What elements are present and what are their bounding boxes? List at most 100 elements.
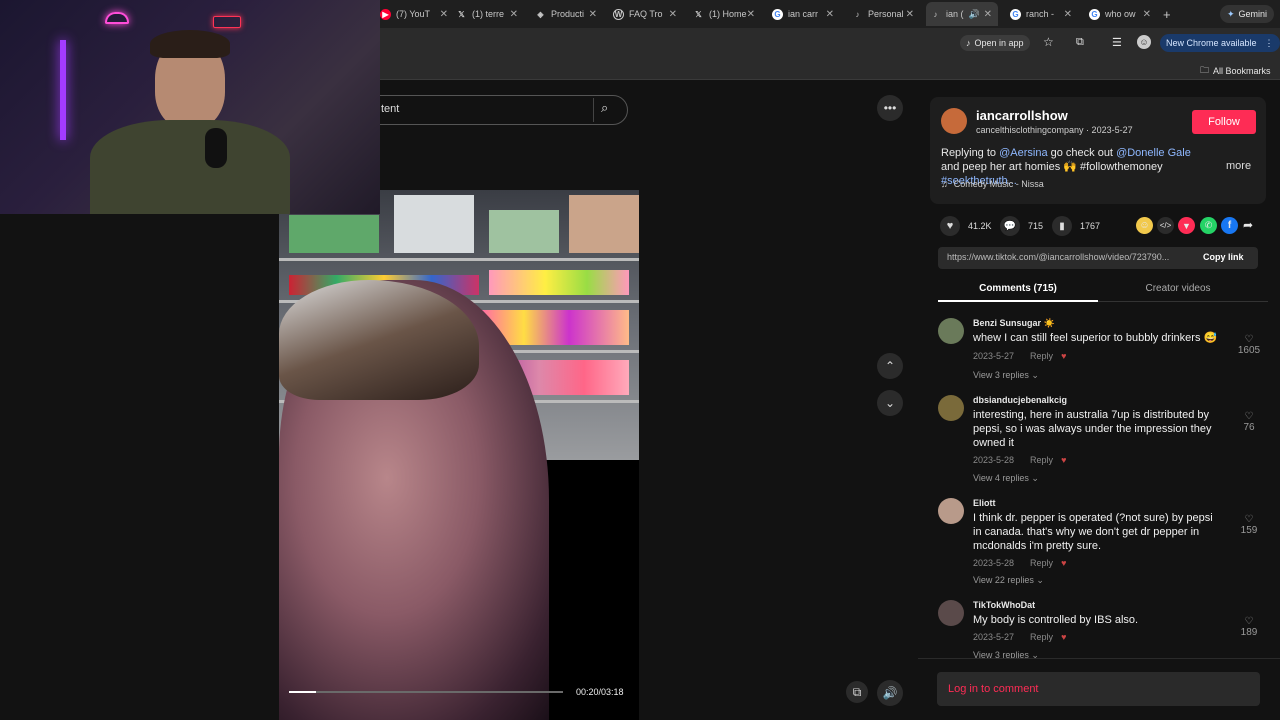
reply-button[interactable]: Reply <box>1030 455 1053 465</box>
reply-button[interactable]: Reply <box>1030 351 1053 361</box>
comment-author[interactable]: Eliott <box>973 498 996 508</box>
avatar[interactable] <box>938 498 964 524</box>
browser-tab[interactable]: ♪ Personal ✕ <box>852 4 915 24</box>
bookmark-star-icon[interactable]: ☆ <box>1043 35 1054 49</box>
x-icon: 𝕏 <box>695 9 702 19</box>
neon-sign <box>105 12 129 24</box>
product-block <box>289 215 379 253</box>
follow-button[interactable]: Follow <box>1192 110 1256 134</box>
product-icon: ◈ <box>537 9 544 19</box>
comment-like[interactable]: ♡ 189 <box>1236 616 1262 638</box>
creator-avatar[interactable] <box>941 108 967 134</box>
close-tab-icon[interactable]: ✕ <box>669 9 677 20</box>
close-tab-icon[interactable]: ✕ <box>747 9 755 20</box>
comment-item: Benzi Sunsugar ☀️ whew I can still feel … <box>938 318 1268 388</box>
chevron-down-icon[interactable]: ⌄ <box>877 390 903 416</box>
login-to-comment-button[interactable]: Log in to comment <box>937 672 1260 706</box>
embed-icon[interactable]: </> <box>1157 217 1174 234</box>
search-bar[interactable]: tent ⌕ <box>360 95 628 125</box>
comment-like[interactable]: ♡ 159 <box>1236 514 1262 536</box>
product-block <box>394 195 474 253</box>
open-in-app-button[interactable]: ♪ Open in app <box>960 35 1030 51</box>
youtube-icon: ▶ <box>380 8 391 20</box>
comment-author[interactable]: dbsianducjebenalkcig <box>973 395 1067 405</box>
close-tab-icon[interactable]: ✕ <box>984 9 992 20</box>
copy-link-button[interactable]: Copy link <box>1203 252 1244 262</box>
reading-list-icon[interactable]: ☰ <box>1112 36 1122 49</box>
browser-tab[interactable]: W FAQ Tro ✕ <box>613 4 677 24</box>
gemini-button[interactable]: ✦ Gemini <box>1220 5 1275 23</box>
share-arrow-icon[interactable]: ➦ <box>1243 218 1253 232</box>
browser-tab-active[interactable]: ♪ ian ( 🔊 ✕ <box>926 2 998 26</box>
search-icon[interactable]: ⌕ <box>601 100 608 116</box>
more-options-icon[interactable]: ••• <box>877 95 903 121</box>
comment-author[interactable]: TikTokWhoDat <box>973 600 1035 610</box>
chevron-down-icon: ⌄ <box>1036 575 1044 585</box>
close-tab-icon[interactable]: ✕ <box>510 9 518 20</box>
reply-button[interactable]: Reply <box>1030 558 1053 568</box>
comment-text: I think dr. pepper is operated (?not sur… <box>973 512 1213 552</box>
close-tab-icon[interactable]: ✕ <box>440 9 448 20</box>
browser-tab[interactable]: G who ow ✕ <box>1089 4 1151 24</box>
comment-text: My body is controlled by IBS also. <box>973 614 1139 626</box>
save-action[interactable]: ▮ 1767 <box>1052 216 1100 236</box>
creator-liked-icon: ♥ <box>1061 351 1067 361</box>
reply-button[interactable]: Reply <box>1030 632 1053 642</box>
browser-tab[interactable]: 𝕏 (1) Home ✕ <box>693 4 755 24</box>
avatar[interactable] <box>938 600 964 626</box>
video-player[interactable]: 00:20/03:18 <box>279 190 639 720</box>
tab-creator-videos[interactable]: Creator videos <box>1098 283 1258 294</box>
emoji-share-icon[interactable]: ☺ <box>1136 217 1153 234</box>
mention-link[interactable]: @Donelle Gale <box>1116 147 1191 159</box>
volume-icon[interactable]: 🔊 <box>877 680 903 706</box>
tiktok-icon: ♪ <box>966 38 971 48</box>
browser-tab[interactable]: ▶ (7) YouT ✕ <box>380 4 448 24</box>
like-action[interactable]: ♥ 41.2K <box>940 216 992 236</box>
browser-tab[interactable]: ◈ Producti ✕ <box>535 4 597 24</box>
google-icon: G <box>772 8 783 20</box>
heart-icon: ♥ <box>940 216 960 236</box>
profile-avatar[interactable]: ☺ <box>1137 35 1151 49</box>
new-tab-button[interactable]: + <box>1163 4 1177 24</box>
view-replies-button[interactable]: View 22 replies ⌄ <box>973 575 1044 586</box>
tab-comments[interactable]: Comments (715) <box>938 283 1098 294</box>
view-replies-button[interactable]: View 4 replies ⌄ <box>973 473 1039 484</box>
view-replies-button[interactable]: View 3 replies ⌄ <box>973 370 1039 381</box>
all-bookmarks-button[interactable]: 🗀 All Bookmarks <box>1200 63 1271 79</box>
omnibox[interactable] <box>380 31 1260 55</box>
facebook-icon[interactable]: f <box>1221 217 1238 234</box>
close-tab-icon[interactable]: ✕ <box>826 9 834 20</box>
avatar[interactable] <box>938 395 964 421</box>
close-tab-icon[interactable]: ✕ <box>906 9 914 20</box>
music-row[interactable]: ♫ Comedy Music - Nissa <box>941 179 1044 189</box>
browser-tab[interactable]: 𝕏 (1) terre ✕ <box>456 4 518 24</box>
send-icon[interactable]: ▼ <box>1178 217 1195 234</box>
close-tab-icon[interactable]: ✕ <box>589 9 597 20</box>
comment-action[interactable]: 💬 715 <box>1000 216 1043 236</box>
time-readout: 00:20/03:18 <box>576 687 624 697</box>
mention-link[interactable]: @Aersina <box>999 147 1047 159</box>
copy-link-row: https://www.tiktok.com/@iancarrollshow/v… <box>938 247 1258 269</box>
search-input[interactable]: tent <box>381 103 399 115</box>
progress-track[interactable] <box>289 691 563 693</box>
sparkle-icon: ✦ <box>1227 8 1235 19</box>
whatsapp-icon[interactable]: ✆ <box>1200 217 1217 234</box>
close-tab-icon[interactable]: ✕ <box>1064 9 1072 20</box>
pip-icon[interactable]: ⧉ <box>846 681 868 703</box>
close-tab-icon[interactable]: ✕ <box>1143 9 1151 20</box>
more-button[interactable]: more <box>1226 160 1251 172</box>
creator-username[interactable]: iancarrollshow <box>976 108 1068 123</box>
view-replies-button[interactable]: View 3 replies ⌄ <box>973 650 1039 658</box>
folder-icon: 🗀 <box>1200 65 1210 75</box>
comment-like[interactable]: ♡ 1605 <box>1236 334 1262 356</box>
comment-like[interactable]: ♡ 76 <box>1236 411 1262 433</box>
heart-outline-icon: ♡ <box>1244 514 1254 525</box>
microphone <box>205 128 227 168</box>
browser-tab[interactable]: G ian carr ✕ <box>772 4 834 24</box>
cast-icon[interactable]: ⧉ <box>1076 36 1084 49</box>
avatar[interactable] <box>938 318 964 344</box>
browser-tab[interactable]: G ranch - ✕ <box>1010 4 1072 24</box>
update-chrome-button[interactable]: New Chrome available ⋮ <box>1160 34 1280 52</box>
chevron-up-icon[interactable]: ⌃ <box>877 353 903 379</box>
comment-author[interactable]: Benzi Sunsugar ☀️ <box>973 318 1055 329</box>
